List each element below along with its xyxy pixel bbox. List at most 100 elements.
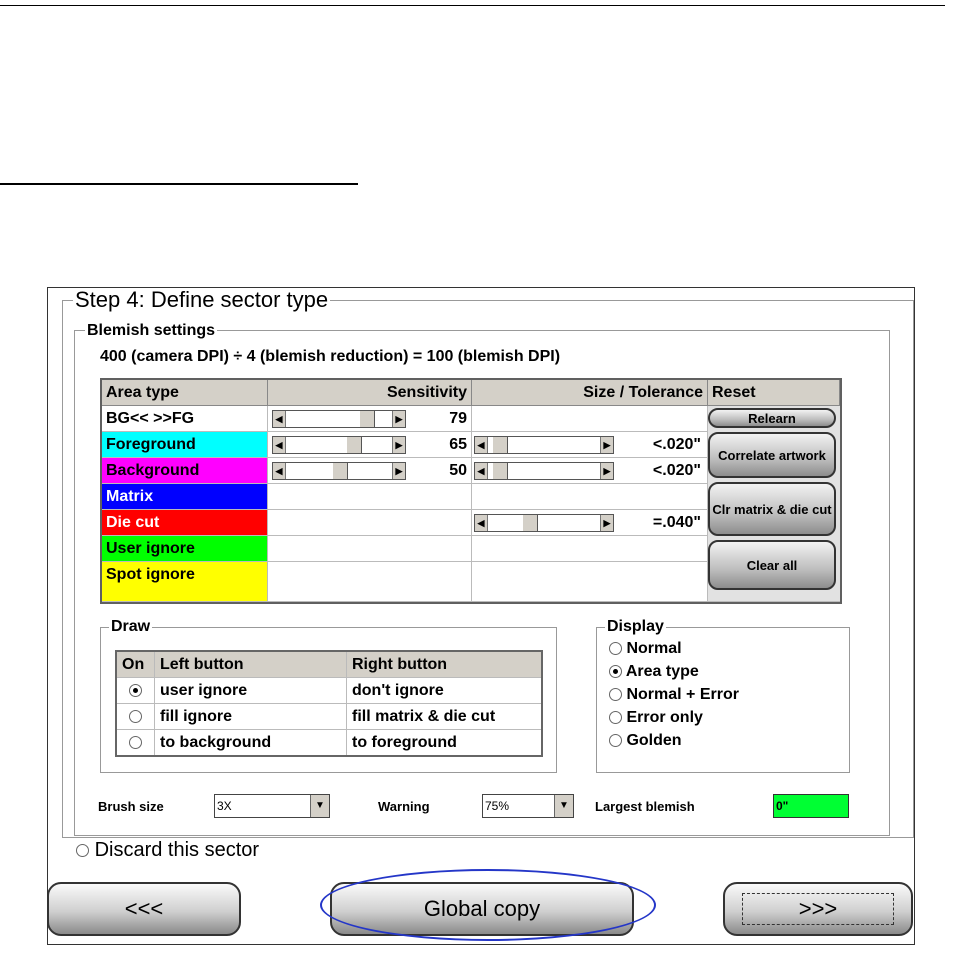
radio-icon[interactable] [129,684,142,698]
scroll-left-icon[interactable]: ◀ [273,463,286,479]
draw-radio-cell[interactable] [117,704,155,729]
scroll-right-icon[interactable]: ▶ [600,463,613,479]
display-title: Display [605,618,666,636]
dropdown-arrow-icon[interactable]: ▼ [554,795,573,817]
draw-header-row: On Left button Right button [117,652,541,678]
draw-title: Draw [109,618,153,636]
foreground-sensitivity-slider[interactable]: ◀ ▶ [272,436,406,454]
scroll-left-icon[interactable]: ◀ [475,437,488,453]
sensitivity-spotignore-cell [268,562,472,602]
scroll-right-icon[interactable]: ▶ [600,515,613,531]
radio-icon[interactable] [609,688,622,702]
bgfg-sensitivity-slider[interactable]: ◀ ▶ [272,410,406,428]
scroll-right-icon[interactable]: ▶ [392,411,405,427]
slider-thumb[interactable] [492,437,508,453]
draw-left-action: user ignore [155,678,347,703]
foreground-size-value: <.020" [652,436,701,453]
step-title: Step 4: Define sector type [73,287,331,312]
radio-icon[interactable] [129,736,142,750]
display-option[interactable]: Golden [609,730,682,752]
highlight-ellipse [320,869,656,941]
dropdown-arrow-icon[interactable]: ▼ [310,795,329,817]
draw-left-action: fill ignore [155,704,347,729]
display-frame: Display Normal Area type Normal + Error … [596,618,850,773]
radio-icon[interactable] [609,665,622,679]
bgfg-sensitivity-value: 79 [449,410,467,427]
size-userignore-cell [472,536,708,562]
header-sensitivity: Sensitivity [268,380,472,406]
draw-radio-cell[interactable] [117,730,155,755]
radio-icon[interactable] [76,844,89,858]
warning-label: Warning [378,799,430,814]
diecut-size-slider[interactable]: ◀ ▶ [474,514,614,532]
scroll-right-icon[interactable]: ▶ [600,437,613,453]
slider-thumb[interactable] [346,437,362,453]
foreground-sensitivity-value: 65 [449,436,467,453]
area-type-row[interactable]: Die cut [102,510,268,536]
display-option[interactable]: Normal + Error [609,684,739,706]
brush-size-select[interactable]: 3X ▼ [214,794,330,818]
slider-thumb[interactable] [332,463,348,479]
draw-left-action: to background [155,730,347,755]
sensitivity-diecut-cell [268,510,472,536]
slider-thumb[interactable] [492,463,508,479]
draw-right-action: don't ignore [352,682,444,699]
display-option[interactable]: Area type [609,661,699,683]
draw-row[interactable]: to background to foreground [117,730,541,755]
draw-radio-cell[interactable] [117,678,155,703]
foreground-size-slider[interactable]: ◀ ▶ [474,436,614,454]
discard-sector-option[interactable]: Discard this sector [76,839,259,862]
top-rule [0,5,945,6]
draw-row[interactable]: fill ignore fill matrix & die cut [117,704,541,730]
blemish-grid: Area type Sensitivity Size / Tolerance R… [100,378,842,604]
area-type-row[interactable]: Foreground [102,432,268,458]
header-right-button: Right button [347,652,541,677]
background-sensitivity-slider[interactable]: ◀ ▶ [272,462,406,480]
size-diecut-cell: ◀ ▶ =.040" [472,510,708,536]
size-background-cell: ◀ ▶ <.020" [472,458,708,484]
size-matrix-cell [472,484,708,510]
radio-icon[interactable] [129,710,142,724]
largest-blemish-label: Largest blemish [595,799,695,814]
back-button[interactable]: <<< [47,882,241,936]
blemish-title: Blemish settings [85,322,218,340]
slider-thumb[interactable] [359,411,375,427]
display-option-label: Normal [626,640,682,657]
sensitivity-bgfg-cell: ◀ ▶ 79 [268,406,472,432]
draw-row[interactable]: user ignore don't ignore [117,678,541,704]
warning-select[interactable]: 75% ▼ [482,794,574,818]
area-type-row[interactable]: Matrix [102,484,268,510]
radio-icon[interactable] [609,734,622,748]
area-type-row[interactable]: Spot ignore [102,562,268,602]
scroll-left-icon[interactable]: ◀ [273,411,286,427]
background-size-slider[interactable]: ◀ ▶ [474,462,614,480]
radio-icon[interactable] [609,711,622,725]
radio-icon[interactable] [609,642,622,656]
clear-matrix-diecut-button[interactable]: Clr matrix & die cut [708,482,836,536]
display-option-label: Normal + Error [626,686,739,703]
display-option[interactable]: Error only [609,707,703,729]
header-size-tolerance: Size / Tolerance [472,380,708,406]
display-option-label: Error only [626,709,703,726]
area-type-row[interactable]: User ignore [102,536,268,562]
brush-size-label: Brush size [98,799,164,814]
scroll-left-icon[interactable]: ◀ [273,437,286,453]
relearn-button[interactable]: Relearn [708,408,836,428]
draw-frame: Draw On Left button Right button user ig… [100,618,557,773]
scroll-left-icon[interactable]: ◀ [475,515,488,531]
correlate-artwork-button[interactable]: Correlate artwork [708,432,836,478]
display-option[interactable]: Normal [609,638,682,660]
header-left-button: Left button [155,652,347,677]
display-option-label: Golden [626,732,682,749]
slider-thumb[interactable] [522,515,538,531]
sensitivity-background-cell: ◀ ▶ 50 [268,458,472,484]
scroll-left-icon[interactable]: ◀ [475,463,488,479]
scroll-right-icon[interactable]: ▶ [392,463,405,479]
next-button[interactable]: >>> [723,882,913,936]
clear-all-button[interactable]: Clear all [708,540,836,590]
area-type-row[interactable]: Background [102,458,268,484]
background-sensitivity-value: 50 [449,462,467,479]
area-type-row[interactable]: BG<< >>FG [102,406,268,432]
scroll-right-icon[interactable]: ▶ [392,437,405,453]
sensitivity-foreground-cell: ◀ ▶ 65 [268,432,472,458]
